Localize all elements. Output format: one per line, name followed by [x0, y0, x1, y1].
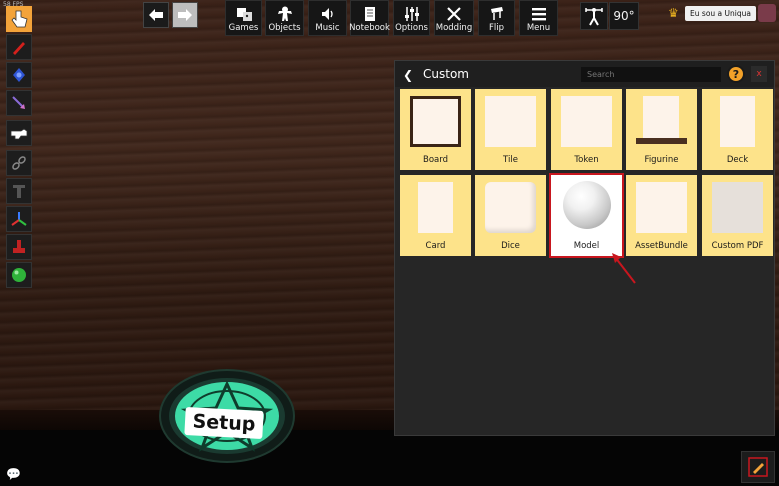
item-label: AssetBundle — [635, 241, 688, 251]
panel-header: ❮ Custom ? x — [395, 61, 774, 87]
item-label: Token — [574, 155, 599, 165]
pencil-edit-icon — [748, 457, 768, 477]
red-arrow-annotation — [612, 253, 636, 284]
item-token[interactable]: Token — [551, 89, 622, 170]
arrow-left-icon — [149, 9, 163, 21]
deck-thumbnail — [720, 96, 755, 147]
item-label: Custom PDF — [711, 241, 764, 251]
item-label: Tile — [503, 155, 518, 165]
notebook-button[interactable]: Notebook — [349, 0, 390, 36]
item-deck[interactable]: Deck — [702, 89, 773, 170]
token-thumbnail — [561, 96, 612, 147]
notebook-label: Notebook — [349, 23, 390, 33]
floor-background — [0, 430, 779, 486]
tools-icon — [444, 5, 464, 23]
custom-pdf-thumbnail — [712, 182, 763, 233]
flick-tool-button[interactable] — [6, 120, 32, 146]
gizmo-axes-icon — [11, 212, 27, 226]
options-button[interactable]: Options — [393, 0, 430, 36]
item-label: Dice — [501, 241, 520, 251]
decal-tool-button[interactable] — [6, 262, 32, 288]
pointer-hand-icon — [11, 10, 28, 28]
item-label: Model — [573, 241, 600, 251]
help-icon[interactable]: ? — [727, 65, 745, 83]
joint-tool-button[interactable] — [6, 150, 32, 176]
setup-label: Setup — [184, 406, 264, 440]
sphere-thumbnail — [563, 181, 611, 229]
redo-button[interactable] — [172, 2, 198, 28]
objects-label: Objects — [268, 23, 301, 33]
snap-tool-button[interactable] — [6, 234, 32, 260]
menu-label: Menu — [526, 23, 551, 33]
modding-label: Modding — [435, 23, 473, 33]
arrow-right-icon — [178, 9, 192, 21]
flick-hand-icon — [10, 128, 28, 140]
item-assetbundle[interactable]: AssetBundle — [626, 175, 697, 256]
item-card[interactable]: Card — [400, 175, 471, 256]
green-ball-icon — [12, 268, 26, 282]
avatar[interactable] — [758, 4, 776, 22]
custom-objects-panel: ❮ Custom ? x Board Tile Token Figurine D… — [394, 60, 775, 436]
panel-title: Custom — [423, 67, 469, 81]
search-input[interactable] — [581, 67, 721, 82]
item-dice[interactable]: Dice — [475, 175, 546, 256]
line-arrow-icon — [12, 96, 25, 109]
music-label: Music — [315, 23, 340, 33]
sliders-icon — [402, 5, 422, 23]
text-tool-button[interactable] — [6, 178, 32, 204]
card-thumbnail — [418, 182, 453, 233]
item-label: Figurine — [644, 155, 679, 165]
undo-button[interactable] — [143, 2, 169, 28]
edit-button[interactable] — [741, 451, 775, 483]
flip-label: Flip — [488, 23, 504, 33]
games-button[interactable]: Games — [225, 0, 262, 36]
flip-table-icon — [487, 5, 507, 23]
item-tile[interactable]: Tile — [475, 89, 546, 170]
line-tool-button[interactable] — [6, 90, 32, 116]
gizmo-tool-button[interactable] — [6, 206, 32, 232]
close-icon[interactable]: x — [751, 66, 767, 82]
chain-link-icon — [12, 156, 26, 170]
objects-button[interactable]: Objects — [265, 0, 304, 36]
user-name-badge[interactable]: Eu sou a Uniqua — [685, 6, 756, 21]
item-label: Deck — [726, 155, 749, 165]
blue-zone-icon — [13, 68, 25, 82]
item-label: Board — [423, 155, 448, 165]
back-arrow-icon[interactable]: ❮ — [403, 68, 413, 82]
chat-bubble-icon[interactable]: 💬 — [6, 467, 21, 481]
board-thumbnail — [410, 96, 461, 147]
item-label: Card — [425, 241, 446, 251]
item-model[interactable]: Model — [549, 173, 624, 258]
menu-button[interactable]: Menu — [519, 0, 558, 36]
item-figurine[interactable]: Figurine — [626, 89, 697, 170]
hamburger-icon — [529, 5, 549, 23]
item-custom-pdf[interactable]: Custom PDF — [702, 175, 773, 256]
zone-tool-button[interactable] — [6, 62, 32, 88]
rotation-button[interactable]: 90° — [609, 2, 639, 30]
lift-button[interactable] — [580, 2, 608, 30]
meeple-icon — [275, 5, 295, 23]
modding-button[interactable]: Modding — [434, 0, 474, 36]
grab-tool-button[interactable] — [6, 6, 32, 32]
options-label: Options — [395, 23, 428, 33]
figurine-base — [636, 138, 687, 144]
speaker-icon — [318, 5, 338, 23]
assetbundle-thumbnail — [636, 182, 687, 233]
dice-thumbnail — [485, 182, 536, 233]
item-board[interactable]: Board — [400, 89, 471, 170]
games-label: Games — [228, 23, 259, 33]
music-button[interactable]: Music — [308, 0, 347, 36]
red-pen-icon — [13, 42, 25, 55]
notebook-icon — [360, 5, 380, 23]
text-t-icon — [13, 185, 25, 198]
crown-icon: ♛ — [668, 6, 679, 20]
figurine-thumbnail — [643, 96, 679, 140]
tile-thumbnail — [485, 96, 536, 147]
dice-icon — [234, 5, 254, 23]
weightlifter-icon — [585, 8, 603, 26]
flip-button[interactable]: Flip — [478, 0, 515, 36]
pen-tool-button[interactable] — [6, 34, 32, 60]
snap-point-icon — [13, 240, 25, 253]
